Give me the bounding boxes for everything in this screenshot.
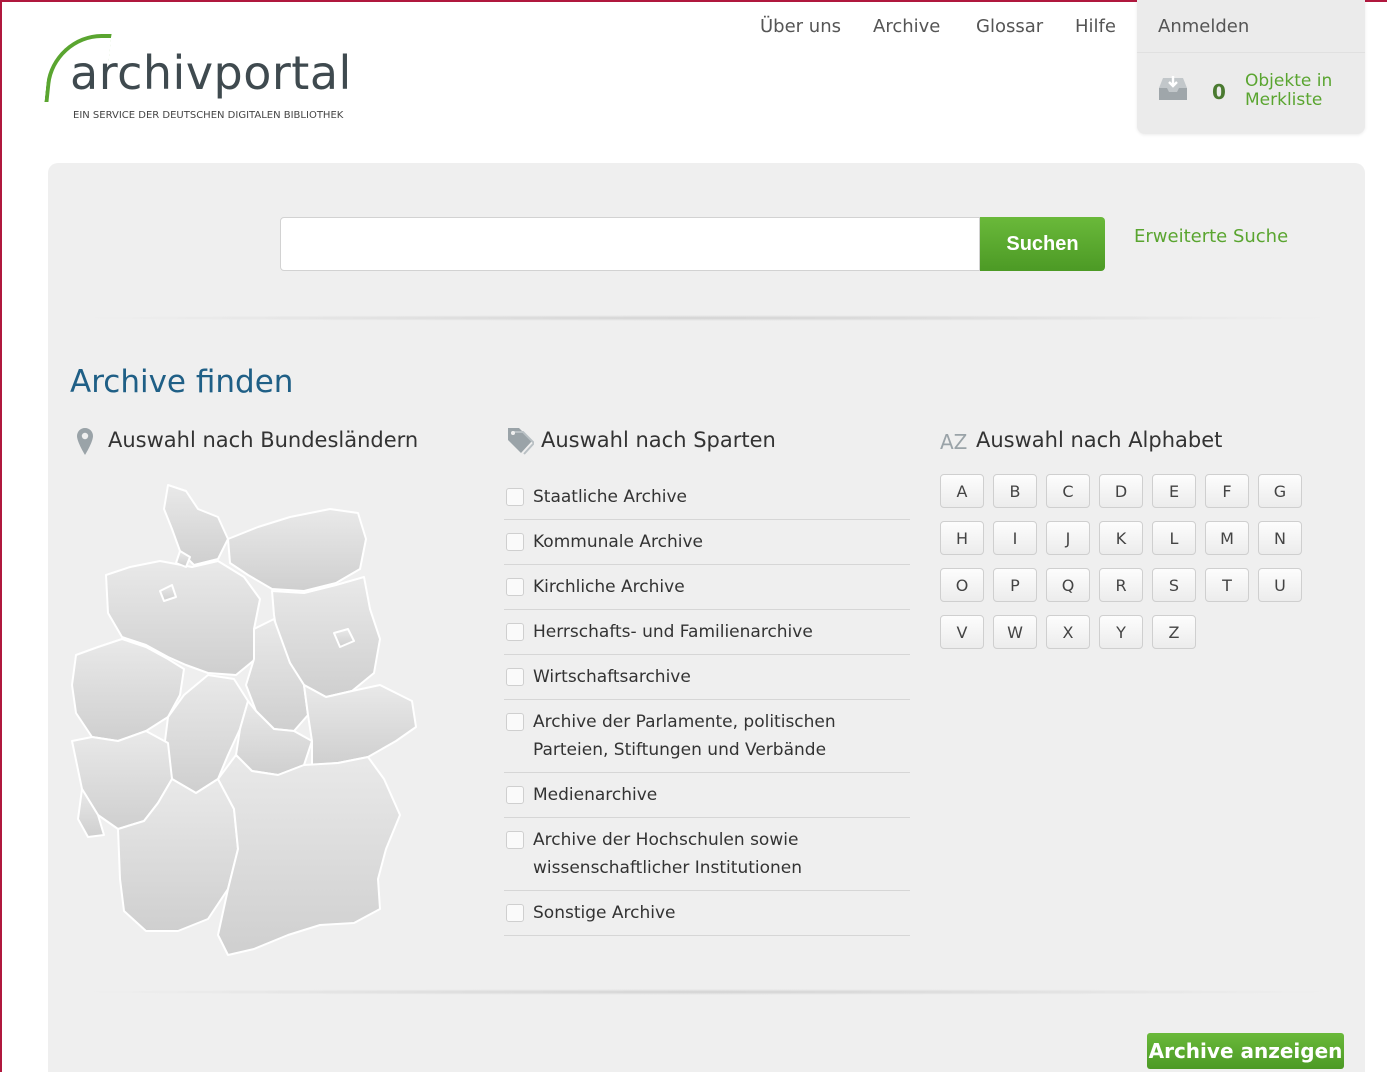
map-pin-icon [77,428,93,455]
letter-button-u[interactable]: U [1258,568,1302,602]
sector-checkbox[interactable] [506,488,524,506]
sector-item[interactable]: Kirchliche Archive [504,565,910,610]
letter-button-a[interactable]: A [940,474,984,508]
sectors-list: Staatliche Archive Kommunale Archive Kir… [504,475,910,936]
logo[interactable]: archivportal EIN SERVICE DER DEUTSCHEN D… [44,32,356,132]
germany-map[interactable] [68,479,420,961]
sector-label: Staatliche Archive [533,487,687,507]
divider [72,989,1342,995]
letter-button-s[interactable]: S [1152,568,1196,602]
sector-label: Herrschafts- und Familienarchive [533,622,813,642]
sector-item[interactable]: Herrschafts- und Familienarchive [504,610,910,655]
sector-checkbox[interactable] [506,623,524,641]
letter-button-l[interactable]: L [1152,521,1196,555]
alphabet-heading: Auswahl nach Alphabet [976,428,1223,452]
sector-checkbox[interactable] [506,713,524,731]
inbox-icon[interactable] [1157,74,1189,102]
logo-text: archivportal [70,46,352,100]
letter-button-j[interactable]: J [1046,521,1090,555]
divider [72,315,1342,321]
letter-button-k[interactable]: K [1099,521,1143,555]
letter-button-p[interactable]: P [993,568,1037,602]
state-mecklenburg-vorpommern [227,508,367,592]
sectors-heading: Auswahl nach Sparten [541,428,776,452]
login-box: Anmelden 0 Objekte in Merkliste [1137,0,1365,134]
sector-label: Medienarchive [533,785,658,805]
letter-button-o[interactable]: O [940,568,984,602]
sector-checkbox[interactable] [506,668,524,686]
basket-count: 0 [1212,80,1226,104]
search-input[interactable] [280,217,980,271]
sector-label: Kommunale Archive [533,532,703,552]
letter-button-b[interactable]: B [993,474,1037,508]
sector-checkbox[interactable] [506,786,524,804]
sector-item[interactable]: Kommunale Archive [504,520,910,565]
sector-item[interactable]: Archive der Hochschulen sowie wissenscha… [504,818,910,891]
sector-item[interactable]: Medienarchive [504,773,910,818]
sector-label: Sonstige Archive [533,903,676,923]
letter-button-z[interactable]: Z [1152,615,1196,649]
basket-label-line1: Objekte in [1245,71,1333,91]
letter-button-e[interactable]: E [1152,474,1196,508]
letter-button-y[interactable]: Y [1099,615,1143,649]
logo-subtitle: EIN SERVICE DER DEUTSCHEN DIGITALEN BIBL… [73,110,344,121]
state-bayern [217,754,401,956]
letter-button-x[interactable]: X [1046,615,1090,649]
states-heading: Auswahl nach Bundesländern [108,428,419,452]
letter-button-m[interactable]: M [1205,521,1249,555]
letter-button-i[interactable]: I [993,521,1037,555]
letter-button-t[interactable]: T [1205,568,1249,602]
letter-button-f[interactable]: F [1205,474,1249,508]
sector-checkbox[interactable] [506,904,524,922]
search-button[interactable]: Suchen [980,217,1105,271]
sector-label: Archive der Hochschulen sowie wissenscha… [533,830,803,878]
letter-button-n[interactable]: N [1258,521,1302,555]
sector-label: Kirchliche Archive [533,577,685,597]
nav-item-archive[interactable]: Archive [873,16,940,37]
sector-item[interactable]: Sonstige Archive [504,891,910,936]
alphabet-icon: AZ [940,430,968,454]
nav-item-glossar[interactable]: Glossar [976,16,1043,37]
letter-button-r[interactable]: R [1099,568,1143,602]
section-title: Archive finden [70,364,294,400]
letter-button-h[interactable]: H [940,521,984,555]
advanced-search-link[interactable]: Erweiterte Suche [1134,226,1288,247]
letter-button-g[interactable]: G [1258,474,1302,508]
sector-checkbox[interactable] [506,533,524,551]
sector-checkbox[interactable] [506,831,524,849]
login-link[interactable]: Anmelden [1158,16,1249,37]
sector-label: Wirtschaftsarchive [533,667,691,687]
main-panel: Suchen Erweiterte Suche Archive finden A… [48,163,1365,1072]
sector-label: Archive der Parlamente, politischen Part… [533,712,836,760]
basket-link[interactable]: Objekte in Merkliste [1245,72,1332,110]
letter-button-v[interactable]: V [940,615,984,649]
nav-item-hilfe[interactable]: Hilfe [1075,16,1116,37]
tag-icon [508,428,534,455]
sector-item[interactable]: Staatliche Archive [504,475,910,520]
sector-item[interactable]: Wirtschaftsarchive [504,655,910,700]
letter-button-c[interactable]: C [1046,474,1090,508]
basket-label-line2: Merkliste [1245,90,1323,110]
letter-button-d[interactable]: D [1099,474,1143,508]
sector-checkbox[interactable] [506,578,524,596]
show-archives-button[interactable]: Archive anzeigen [1147,1033,1344,1069]
sector-item[interactable]: Archive der Parlamente, politischen Part… [504,700,910,773]
state-sachsen [303,684,417,766]
letter-button-w[interactable]: W [993,615,1037,649]
letter-button-q[interactable]: Q [1046,568,1090,602]
login-separator [1137,52,1365,53]
state-schleswig-holstein [163,484,229,566]
nav-item-ueber-uns[interactable]: Über uns [760,16,841,37]
